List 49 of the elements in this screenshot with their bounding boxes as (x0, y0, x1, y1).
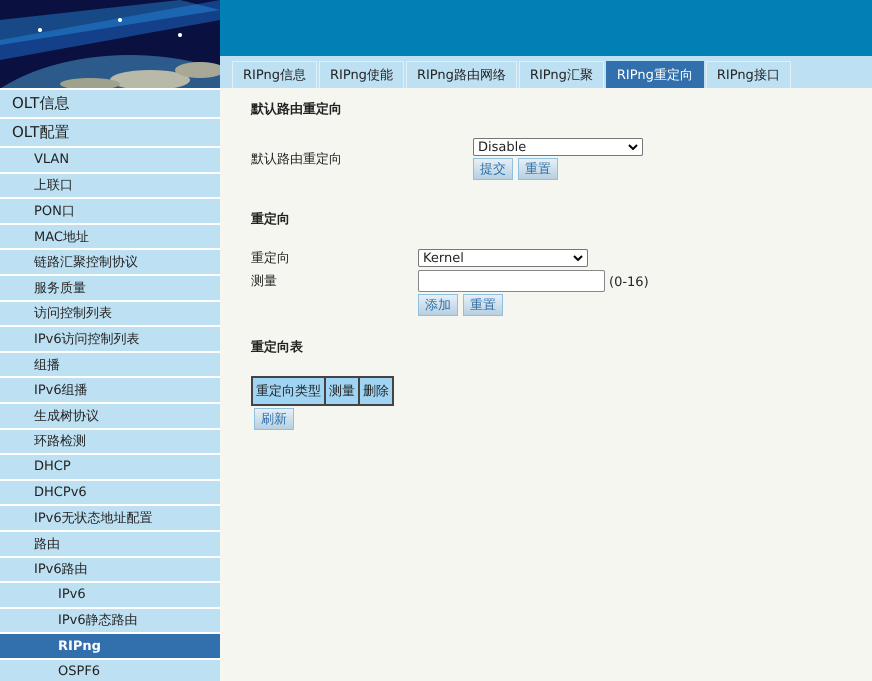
column-header: 测量 (325, 377, 359, 405)
form-button[interactable]: 添加 (418, 294, 458, 316)
sidebar-item[interactable]: VLAN (0, 148, 220, 172)
sidebar-item[interactable]: IPv6组播 (0, 378, 220, 402)
sidebar-item[interactable]: OSPF6 (0, 660, 220, 681)
form-button[interactable]: 重置 (463, 294, 503, 316)
sidebar-item[interactable]: DHCPv6 (0, 480, 220, 504)
sidebar-item[interactable]: 生成树协议 (0, 404, 220, 428)
sidebar-item[interactable]: 服务质量 (0, 276, 220, 300)
sidebar-item[interactable]: 环路检测 (0, 430, 220, 454)
input-field[interactable] (418, 270, 605, 292)
form-button[interactable]: 提交 (473, 158, 513, 180)
tab[interactable]: RIPng汇聚 (518, 61, 604, 88)
tab[interactable]: RIPng信息 (232, 61, 317, 88)
sidebar-item[interactable]: MAC地址 (0, 224, 220, 248)
tab[interactable]: RIPng接口 (706, 61, 791, 88)
sidebar-item[interactable]: 链路汇聚控制协议 (0, 250, 220, 274)
tab[interactable]: RIPng路由网络 (406, 61, 517, 88)
select-field[interactable]: Disable (473, 138, 643, 156)
sidebar-item[interactable]: OLT信息 (0, 90, 220, 117)
sidebar-item[interactable]: IPv6 (0, 583, 220, 607)
sidebar-item[interactable]: IPv6静态路由 (0, 608, 220, 632)
form-button[interactable]: 重置 (518, 158, 558, 180)
sidebar-item[interactable]: IPv6访问控制列表 (0, 327, 220, 351)
sidebar-item[interactable]: 上联口 (0, 174, 220, 198)
column-header: 删除 (359, 377, 393, 405)
tab[interactable]: RIPng重定向 (606, 61, 704, 88)
chevron-icon (628, 144, 638, 150)
chevron-icon (573, 254, 583, 262)
field-label: 测量 (251, 273, 278, 290)
column-header: 重定向类型 (252, 377, 325, 405)
sidebar-item[interactable]: OLT配置 (0, 119, 220, 146)
section-title: 重定向 (251, 210, 291, 228)
sidebar-item[interactable]: RIPng (0, 634, 220, 658)
sidebar-item[interactable]: PON口 (0, 199, 220, 223)
select-field[interactable]: Kernel (418, 249, 588, 267)
field-label: 重定向 (251, 250, 291, 267)
range-hint: (0-16) (609, 274, 649, 290)
refresh-button[interactable]: 刷新 (254, 408, 294, 430)
sidebar-item[interactable]: 组播 (0, 352, 220, 376)
sidebar-item[interactable]: IPv6路由 (0, 558, 220, 582)
sidebar-item[interactable]: DHCP (0, 455, 220, 479)
field-label: 默认路由重定向 (251, 151, 343, 168)
sidebar-item[interactable]: 路由 (0, 532, 220, 556)
sidebar-item[interactable]: 访问控制列表 (0, 302, 220, 326)
sidebar-item[interactable]: IPv6无状态地址配置 (0, 506, 220, 530)
section-title: 默认路由重定向 (251, 100, 343, 118)
section-title: 重定向表 (251, 338, 304, 356)
tab[interactable]: RIPng使能 (318, 61, 404, 88)
